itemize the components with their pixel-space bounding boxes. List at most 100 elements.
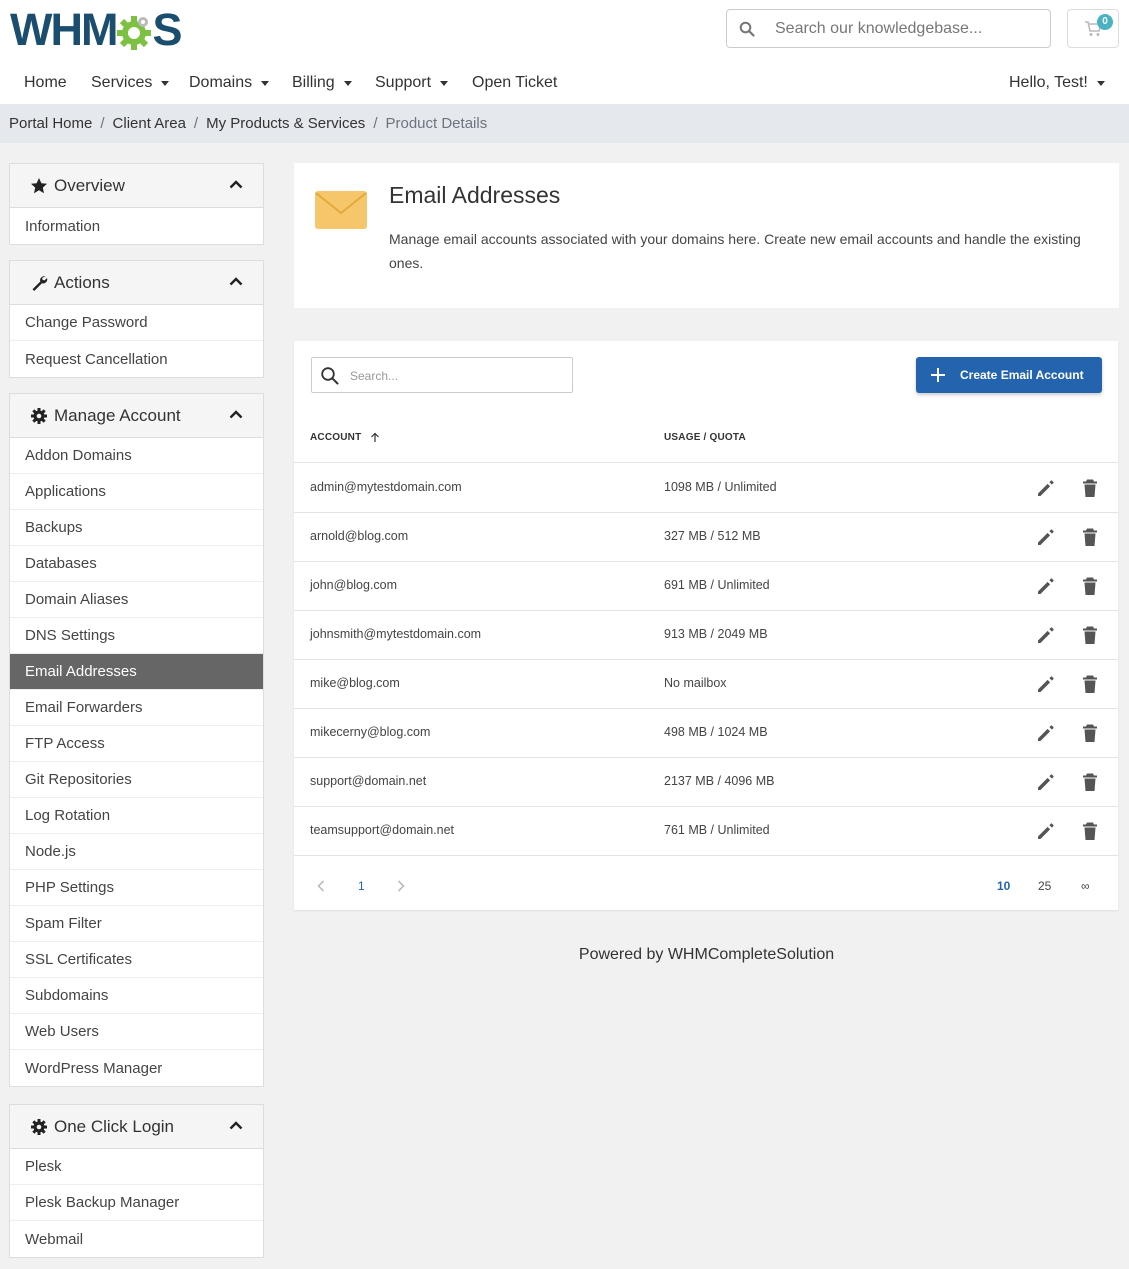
trash-icon[interactable] bbox=[1081, 527, 1099, 547]
sidebar-item-php-settings[interactable]: PHP Settings bbox=[10, 870, 263, 906]
sidebar-item-ftp-access[interactable]: FTP Access bbox=[10, 726, 263, 762]
caret-down-icon bbox=[440, 80, 449, 86]
breadcrumb-my-products[interactable]: My Products & Services bbox=[206, 115, 365, 132]
caret-down-icon bbox=[161, 80, 170, 86]
sidebar-item-plesk[interactable]: Plesk bbox=[10, 1149, 263, 1185]
envelope-icon bbox=[315, 191, 367, 229]
nav-services-label: Services bbox=[91, 74, 153, 91]
column-header-usage[interactable]: USAGE / QUOTA bbox=[664, 432, 746, 443]
page-title: Email Addresses bbox=[389, 182, 561, 208]
panel-header-one-click-login[interactable]: One Click Login bbox=[10, 1105, 263, 1149]
footer-powered-by: Powered by WHMCompleteSolution bbox=[578, 946, 835, 963]
page-size-all[interactable]: ∞ bbox=[1081, 879, 1090, 893]
cart-button[interactable]: 0 bbox=[1067, 9, 1119, 48]
page-size-25[interactable]: 25 bbox=[1038, 879, 1051, 893]
page-size-10[interactable]: 10 bbox=[997, 879, 1010, 893]
column-usage-label: USAGE / QUOTA bbox=[664, 432, 746, 443]
pagination: 1 10 25 ∞ bbox=[294, 861, 1118, 910]
panel-header-actions[interactable]: Actions bbox=[10, 261, 263, 305]
chevron-up-icon[interactable] bbox=[229, 410, 243, 419]
nav-support[interactable]: Support bbox=[375, 74, 449, 92]
trash-icon[interactable] bbox=[1081, 674, 1099, 694]
sidebar-item-email-addresses[interactable]: Email Addresses bbox=[10, 654, 263, 690]
usage-cell: 2137 MB / 4096 MB bbox=[664, 774, 775, 788]
breadcrumb-portal-home[interactable]: Portal Home bbox=[9, 115, 92, 132]
account-cell: admin@mytestdomain.com bbox=[310, 480, 462, 494]
edit-icon[interactable] bbox=[1036, 723, 1056, 743]
edit-icon[interactable] bbox=[1036, 576, 1056, 596]
usage-cell: 1098 MB / Unlimited bbox=[664, 480, 777, 494]
chevron-up-icon[interactable] bbox=[229, 277, 243, 286]
knowledgebase-search-input[interactable] bbox=[775, 18, 1035, 40]
whmcs-logo[interactable]: WHM S bbox=[10, 4, 182, 55]
trash-icon[interactable] bbox=[1081, 772, 1099, 792]
sidebar-item-web-users[interactable]: Web Users bbox=[10, 1014, 263, 1050]
table-row: john@blog.com 691 MB / Unlimited bbox=[294, 562, 1118, 611]
chevron-right-icon[interactable] bbox=[397, 880, 405, 892]
sidebar-item-domain-aliases[interactable]: Domain Aliases bbox=[10, 582, 263, 618]
breadcrumb-client-area[interactable]: Client Area bbox=[113, 115, 186, 132]
table-search-input[interactable] bbox=[350, 366, 560, 386]
sidebar-item-ssl-certificates[interactable]: SSL Certificates bbox=[10, 942, 263, 978]
panel-header-overview[interactable]: Overview bbox=[10, 164, 263, 208]
sidebar-item-spam-filter[interactable]: Spam Filter bbox=[10, 906, 263, 942]
gear-icon bbox=[31, 1119, 47, 1135]
usage-cell: 498 MB / 1024 MB bbox=[664, 725, 768, 739]
edit-icon[interactable] bbox=[1036, 772, 1056, 792]
user-menu[interactable]: Hello, Test! bbox=[1009, 74, 1105, 92]
edit-icon[interactable] bbox=[1036, 674, 1056, 694]
sidebar-item-log-rotation[interactable]: Log Rotation bbox=[10, 798, 263, 834]
logo-gear-icon bbox=[115, 11, 153, 50]
nav-services[interactable]: Services bbox=[91, 74, 170, 92]
sidebar-item-information[interactable]: Information bbox=[10, 208, 263, 244]
panel-header-manage-account[interactable]: Manage Account bbox=[10, 394, 263, 438]
account-cell: mikecerny@blog.com bbox=[310, 725, 431, 739]
sidebar-item-request-cancellation[interactable]: Request Cancellation bbox=[10, 341, 263, 377]
create-email-account-label: Create Email Account bbox=[960, 368, 1084, 382]
sidebar-item-plesk-backup-manager[interactable]: Plesk Backup Manager bbox=[10, 1185, 263, 1221]
breadcrumb-product-details: Product Details bbox=[385, 115, 488, 132]
sidebar-item-nodejs[interactable]: Node.js bbox=[10, 834, 263, 870]
nav-home[interactable]: Home bbox=[24, 74, 67, 92]
sidebar-item-git-repositories[interactable]: Git Repositories bbox=[10, 762, 263, 798]
nav-billing[interactable]: Billing bbox=[292, 74, 352, 92]
chevron-left-icon[interactable] bbox=[317, 880, 325, 892]
edit-icon[interactable] bbox=[1036, 478, 1056, 498]
sidebar-item-wordpress-manager[interactable]: WordPress Manager bbox=[10, 1050, 263, 1086]
sidebar-item-change-password[interactable]: Change Password bbox=[10, 305, 263, 341]
sidebar-item-applications[interactable]: Applications bbox=[10, 474, 263, 510]
page-number[interactable]: 1 bbox=[358, 879, 365, 893]
sidebar-panel-actions: Actions Change Password Request Cancella… bbox=[9, 260, 264, 378]
sidebar-item-databases[interactable]: Databases bbox=[10, 546, 263, 582]
sidebar-item-webmail[interactable]: Webmail bbox=[10, 1221, 263, 1257]
star-icon bbox=[31, 178, 47, 194]
sidebar-item-addon-domains[interactable]: Addon Domains bbox=[10, 438, 263, 474]
caret-down-icon bbox=[1096, 80, 1105, 86]
caret-down-icon bbox=[343, 80, 352, 86]
knowledgebase-search[interactable] bbox=[726, 9, 1051, 48]
trash-icon[interactable] bbox=[1081, 821, 1099, 841]
create-email-account-button[interactable]: Create Email Account bbox=[916, 357, 1102, 393]
usage-cell: 913 MB / 2049 MB bbox=[664, 627, 768, 641]
plus-icon bbox=[931, 368, 945, 382]
column-header-account[interactable]: ACCOUNT bbox=[310, 432, 380, 443]
trash-icon[interactable] bbox=[1081, 478, 1099, 498]
edit-icon[interactable] bbox=[1036, 821, 1056, 841]
chevron-up-icon[interactable] bbox=[229, 180, 243, 189]
edit-icon[interactable] bbox=[1036, 527, 1056, 547]
user-menu-label: Hello, Test! bbox=[1009, 74, 1088, 91]
nav-open-ticket[interactable]: Open Ticket bbox=[472, 74, 557, 92]
sidebar-item-backups[interactable]: Backups bbox=[10, 510, 263, 546]
search-icon bbox=[321, 367, 339, 385]
sidebar-item-email-forwarders[interactable]: Email Forwarders bbox=[10, 690, 263, 726]
trash-icon[interactable] bbox=[1081, 723, 1099, 743]
edit-icon[interactable] bbox=[1036, 625, 1056, 645]
sidebar-item-dns-settings[interactable]: DNS Settings bbox=[10, 618, 263, 654]
table-search[interactable] bbox=[311, 357, 573, 393]
trash-icon[interactable] bbox=[1081, 576, 1099, 596]
nav-domains[interactable]: Domains bbox=[189, 74, 270, 92]
sidebar-item-subdomains[interactable]: Subdomains bbox=[10, 978, 263, 1014]
trash-icon[interactable] bbox=[1081, 625, 1099, 645]
chevron-up-icon[interactable] bbox=[229, 1121, 243, 1130]
page-description: Manage email accounts associated with yo… bbox=[389, 231, 1081, 271]
